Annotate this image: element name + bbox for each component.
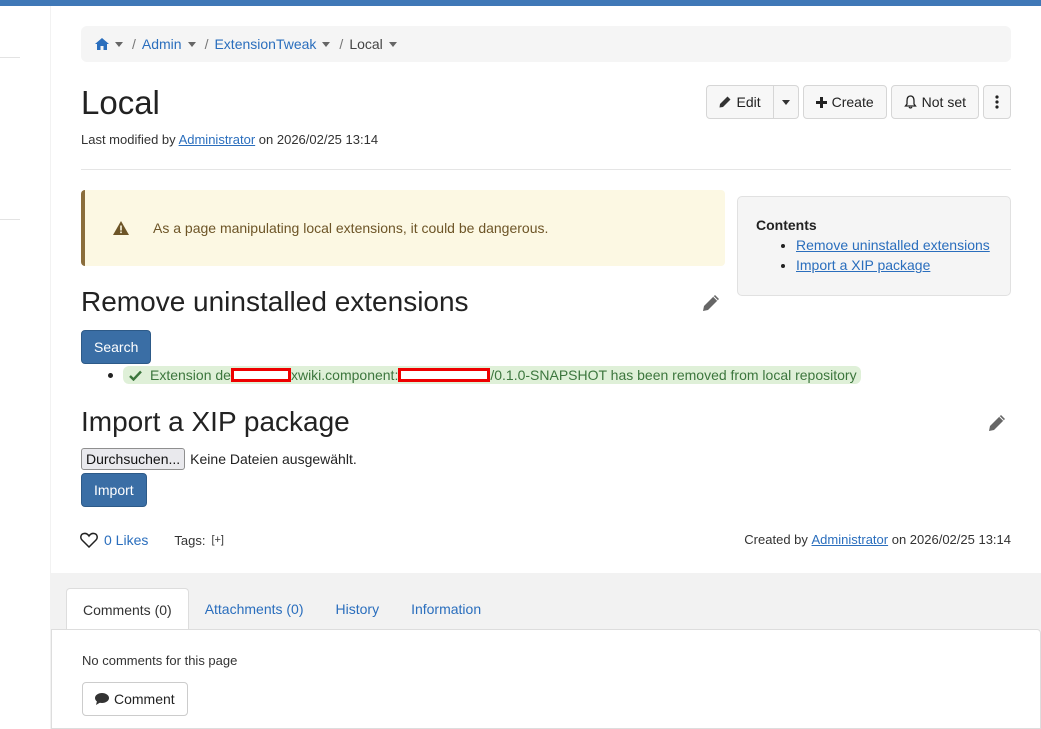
comment-button[interactable]: Comment <box>82 682 188 716</box>
section-edit-pencil-icon[interactable] <box>702 294 720 312</box>
vertical-ellipsis-icon <box>995 95 999 109</box>
tags-label: Tags: <box>174 532 206 548</box>
browse-button[interactable]: Durchsuchen... <box>81 448 186 470</box>
no-comments-text: No comments for this page <box>82 653 238 668</box>
document-tabs: Comments (0) Attachments (0) History Inf… <box>66 588 497 630</box>
chevron-down-icon[interactable] <box>115 41 123 47</box>
breadcrumb-current: Local <box>349 36 383 52</box>
chevron-down-icon[interactable] <box>388 41 397 47</box>
bell-icon <box>903 95 917 109</box>
tab-attachments[interactable]: Attachments (0) <box>189 588 320 630</box>
toc-title: Contents <box>756 217 817 233</box>
page-actions: Edit Create Not set <box>706 85 1011 119</box>
left-panel-divider <box>0 57 20 58</box>
created-by: Created by Administrator on 2026/02/25 1… <box>744 532 1011 547</box>
import-button[interactable]: Import <box>81 473 147 507</box>
created-user-link[interactable]: Administrator <box>812 532 889 547</box>
toc-link-import[interactable]: Import a XIP package <box>796 257 930 273</box>
plus-icon <box>815 96 827 108</box>
left-panel <box>0 6 50 729</box>
speech-bubble-icon <box>95 693 109 705</box>
more-actions-button[interactable] <box>983 85 1011 119</box>
result-list-item: Extension de xwiki.component: /0.1.0-SNA… <box>108 366 861 384</box>
pencil-icon <box>719 96 731 108</box>
chevron-down-icon[interactable] <box>187 41 196 47</box>
edit-menu-toggle[interactable] <box>773 85 799 119</box>
search-button[interactable]: Search <box>81 330 152 364</box>
check-icon <box>129 370 142 381</box>
warning-icon <box>113 221 129 235</box>
tab-history[interactable]: History <box>320 588 396 630</box>
notifications-button[interactable]: Not set <box>890 85 979 119</box>
add-tag-link[interactable]: [+] <box>211 534 224 546</box>
table-of-contents: Contents Remove uninstalled extensions I… <box>737 196 1011 296</box>
import-section-heading: Import a XIP package <box>81 406 350 437</box>
file-status: Keine Dateien ausgewählt. <box>190 451 357 467</box>
breadcrumb-admin[interactable]: Admin <box>142 36 182 52</box>
toc-item: Remove uninstalled extensions <box>796 235 992 255</box>
file-input: Durchsuchen... Keine Dateien ausgewählt. <box>81 448 357 470</box>
page-title: Local <box>81 84 160 121</box>
home-icon[interactable] <box>95 38 109 50</box>
success-message: Extension de xwiki.component: /0.1.0-SNA… <box>123 366 861 384</box>
tab-comments[interactable]: Comments (0) <box>66 588 189 630</box>
comments-panel: No comments for this page Comment <box>51 629 1041 729</box>
redacted-block <box>230 368 291 382</box>
remove-section-heading: Remove uninstalled extensions <box>81 286 469 317</box>
left-panel-divider <box>0 219 20 220</box>
likes-link[interactable]: 0 Likes <box>104 532 148 548</box>
section-edit-pencil-icon[interactable] <box>988 414 1006 432</box>
edit-button-group: Edit <box>706 85 799 119</box>
warning-box: As a page manipulating local extensions,… <box>81 190 725 266</box>
likes-and-tags: 0 Likes Tags: [+] <box>80 532 224 548</box>
breadcrumb-extensiontweak[interactable]: ExtensionTweak <box>214 36 316 52</box>
toc-link-remove[interactable]: Remove uninstalled extensions <box>796 237 990 253</box>
main-content: / Admin / ExtensionTweak / Local Local L… <box>51 6 1041 573</box>
chevron-down-icon <box>781 99 790 105</box>
last-modified-user-link[interactable]: Administrator <box>179 132 256 147</box>
heart-icon[interactable] <box>80 532 98 548</box>
divider <box>81 169 1011 170</box>
last-modified: Last modified by Administrator on 2026/0… <box>81 132 379 147</box>
redacted-block <box>398 368 491 382</box>
toc-item: Import a XIP package <box>796 255 992 275</box>
tab-information[interactable]: Information <box>395 588 497 630</box>
edit-button[interactable]: Edit <box>706 85 774 119</box>
create-button[interactable]: Create <box>802 85 887 119</box>
breadcrumb: / Admin / ExtensionTweak / Local <box>81 26 1011 62</box>
chevron-down-icon[interactable] <box>322 41 331 47</box>
warning-text: As a page manipulating local extensions,… <box>153 220 549 236</box>
